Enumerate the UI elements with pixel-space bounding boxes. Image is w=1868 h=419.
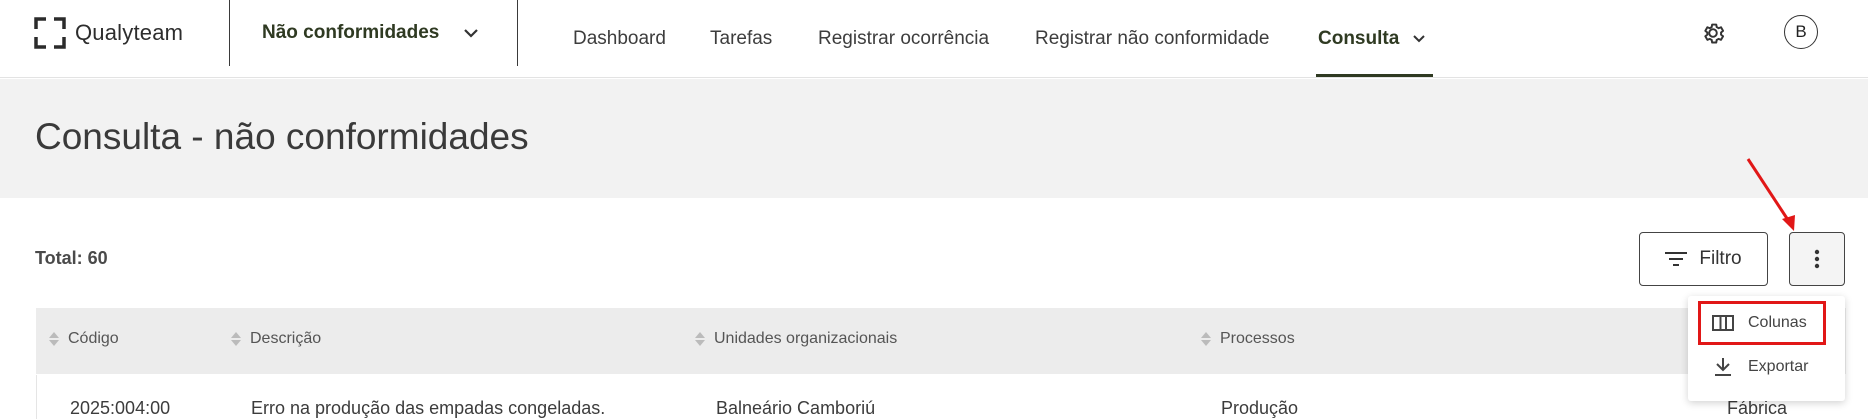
- sort-icon: [1201, 332, 1211, 346]
- column-header-codigo[interactable]: Código: [48, 330, 119, 348]
- cell-unidades: Balneário Camboriú: [716, 398, 876, 418]
- cell-local: Fábrica: [1727, 398, 1788, 418]
- chevron-down-icon: [1413, 35, 1425, 43]
- highlight-box: [1698, 301, 1826, 345]
- gear-icon[interactable]: [1700, 20, 1726, 46]
- column-header-unidades[interactable]: Unidades organizacionais: [694, 330, 897, 348]
- column-header-processos[interactable]: Processos: [1200, 330, 1295, 348]
- module-selector[interactable]: Não conformidades: [262, 20, 439, 46]
- nav-consulta[interactable]: Consulta: [1318, 0, 1427, 78]
- page-title: Consulta - não conformidades: [35, 116, 529, 157]
- sort-icon: [695, 332, 705, 346]
- cell-codigo: 2025:004:00: [70, 398, 171, 418]
- column-header-descricao[interactable]: Descrição: [230, 330, 321, 348]
- sort-icon: [231, 332, 241, 346]
- menu-item-exportar[interactable]: Exportar: [1700, 348, 1808, 386]
- qualyteam-logo[interactable]: Qualyteam: [34, 16, 183, 50]
- divider: [229, 0, 230, 66]
- menu-item-label: Exportar: [1748, 358, 1809, 375]
- download-icon: [1715, 358, 1731, 376]
- active-tab-indicator: [1316, 74, 1433, 77]
- more-vertical-icon: [1814, 249, 1820, 269]
- more-options-button[interactable]: [1789, 232, 1845, 286]
- column-header-label: Unidades organizacionais: [714, 330, 898, 347]
- divider: [517, 0, 518, 66]
- column-header-label: Código: [68, 330, 119, 347]
- user-avatar[interactable]: B: [1784, 15, 1818, 49]
- chevron-down-icon[interactable]: [462, 24, 480, 42]
- sort-icon: [49, 332, 59, 346]
- nav-registrar-nao-conformidade[interactable]: Registrar não conformidade: [1035, 0, 1269, 78]
- cell-descricao: Erro na produção das empadas congeladas.: [251, 398, 606, 418]
- nav-tarefas[interactable]: Tarefas: [710, 0, 772, 78]
- cell-processos: Produção: [1221, 398, 1299, 418]
- logo-text: Qualyteam: [75, 20, 184, 45]
- filter-button[interactable]: Filtro: [1639, 232, 1768, 286]
- annotation-arrow-icon: [1746, 158, 1795, 231]
- column-header-label: Descrição: [250, 330, 322, 347]
- filter-button-label: Filtro: [1699, 248, 1742, 269]
- qualyteam-logo-icon: [34, 17, 66, 49]
- nav-consulta-label: Consulta: [1318, 28, 1400, 49]
- total-count: Total: 60: [35, 248, 108, 268]
- module-label: Não conformidades: [262, 22, 440, 43]
- column-header-label: Processos: [1220, 330, 1295, 347]
- filter-icon: [1665, 252, 1688, 266]
- nav-dashboard[interactable]: Dashboard: [573, 0, 666, 78]
- nav-registrar-ocorrencia[interactable]: Registrar ocorrência: [818, 0, 989, 78]
